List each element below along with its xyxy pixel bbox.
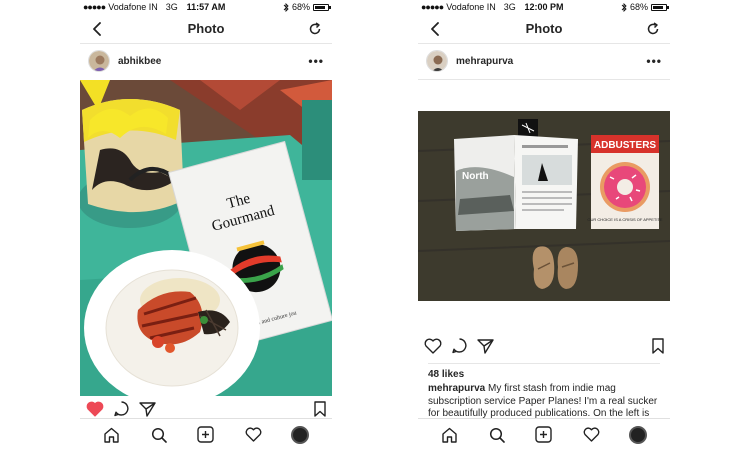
bluetooth-icon <box>621 2 627 12</box>
post-username[interactable]: mehrapurva <box>456 56 513 67</box>
refresh-icon[interactable] <box>644 20 662 38</box>
activity-heart-icon[interactable] <box>243 425 263 445</box>
post-photo[interactable]: The Gourmand A food and culture jou <box>80 80 332 396</box>
battery-percent: 68% <box>629 2 648 12</box>
magazine-cover-subtitle: OUR CHOICE IS A CRISIS OF APPETITE <box>587 217 662 222</box>
bookmark-icon[interactable] <box>652 337 664 359</box>
heart-icon[interactable] <box>424 338 442 359</box>
post-username[interactable]: abhikbee <box>118 56 161 67</box>
tab-bar <box>80 418 332 450</box>
avatar[interactable] <box>426 50 448 72</box>
post-caption: mehrapurva My first stash from indie mag… <box>428 383 660 421</box>
network-type: 3G <box>165 2 178 12</box>
post-header: abhikbee ••• <box>80 44 332 78</box>
magazine-cover-title: ADBUSTERS <box>594 140 657 151</box>
actions-divider <box>428 363 660 364</box>
comment-icon[interactable] <box>451 337 468 359</box>
search-icon[interactable] <box>149 425 169 445</box>
page-title: Photo <box>525 21 563 36</box>
activity-heart-icon[interactable] <box>581 425 601 445</box>
send-icon[interactable] <box>477 338 494 359</box>
battery-icon <box>651 3 669 11</box>
chevron-left-icon[interactable] <box>426 20 444 38</box>
post-actions <box>418 335 670 361</box>
header-divider <box>418 79 670 80</box>
battery-icon <box>313 3 331 11</box>
chevron-left-icon[interactable] <box>88 20 106 38</box>
home-icon[interactable] <box>440 425 460 445</box>
post-photo[interactable]: North ADBUSTERS OUR CHOICE IS A CRISIS O… <box>418 111 670 301</box>
add-icon[interactable] <box>196 425 216 445</box>
post-header: mehrapurva ••• <box>418 44 670 78</box>
caption-username[interactable]: mehrapurva <box>428 383 485 394</box>
search-icon[interactable] <box>487 425 507 445</box>
nav-bar: Photo <box>418 14 670 44</box>
more-options-icon[interactable]: ••• <box>646 54 662 68</box>
profile-avatar[interactable] <box>628 425 648 445</box>
bluetooth-icon <box>283 2 289 12</box>
tab-bar <box>418 418 670 450</box>
refresh-icon[interactable] <box>306 20 324 38</box>
carrier-name: Vodafone IN <box>108 2 158 12</box>
signal-icon: ●●●●● <box>421 2 444 12</box>
page-title: Photo <box>187 21 225 36</box>
signal-icon: ●●●●● <box>83 2 106 12</box>
add-icon[interactable] <box>534 425 554 445</box>
phone-screen-right: ●●●●● Vodafone IN 3G 12:00 PM 68% Photo … <box>418 0 670 450</box>
likes-count[interactable]: 48 likes <box>428 369 464 380</box>
nav-bar: Photo <box>80 14 332 44</box>
carrier-name: Vodafone IN <box>446 2 496 12</box>
profile-avatar[interactable] <box>290 425 310 445</box>
avatar[interactable] <box>88 50 110 72</box>
magazine-spread-word: North <box>462 171 489 182</box>
status-bar: ●●●●● Vodafone IN 3G 12:00 PM 68% <box>418 0 670 14</box>
battery-percent: 68% <box>291 2 310 12</box>
phone-screen-left: ●●●●● Vodafone IN 3G 11:57 AM 68% Photo … <box>80 0 332 450</box>
home-icon[interactable] <box>102 425 122 445</box>
status-bar: ●●●●● Vodafone IN 3G 11:57 AM 68% <box>80 0 332 14</box>
more-options-icon[interactable]: ••• <box>308 54 324 68</box>
network-type: 3G <box>503 2 516 12</box>
